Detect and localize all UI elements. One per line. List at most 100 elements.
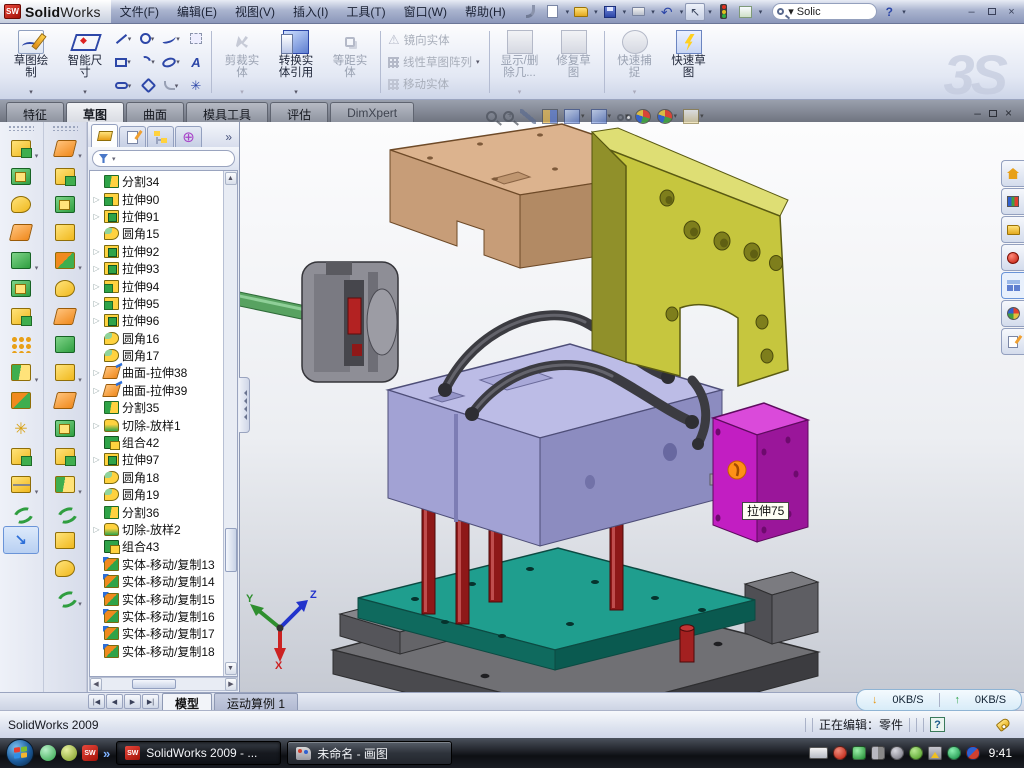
tab-evaluate[interactable]: 评估 <box>270 102 328 122</box>
active-tool-button[interactable] <box>3 526 39 554</box>
tab-mold-tools[interactable]: 模具工具 <box>186 102 268 122</box>
tree-expand-arrow-icon[interactable]: ▷ <box>92 316 101 325</box>
tree-item[interactable]: 组合43 <box>90 538 223 555</box>
tree-item[interactable]: 实体-移动/复制14 <box>90 573 223 590</box>
doc-restore-button[interactable] <box>989 108 997 118</box>
configurationmanager-tab[interactable] <box>147 126 174 147</box>
tab-sketch[interactable]: 草图 <box>66 102 124 122</box>
zoom-area-button[interactable] <box>501 110 516 123</box>
appearances-button[interactable] <box>633 108 653 125</box>
feature-tool-button[interactable] <box>47 554 83 582</box>
tree-expand-arrow-icon[interactable]: ▷ <box>92 455 101 464</box>
doc-close-button[interactable]: × <box>1005 108 1012 118</box>
search-input[interactable]: Solic <box>797 6 821 18</box>
tree-item[interactable]: ▷拉伸96 <box>90 312 223 329</box>
undo-icon[interactable]: ↶ <box>657 3 677 21</box>
feature-tool-button[interactable] <box>47 414 83 442</box>
feature-tool-button[interactable]: ▾ <box>47 134 83 162</box>
feature-tool-button[interactable]: ▾ <box>47 358 83 386</box>
tree-expand-arrow-icon[interactable]: ▷ <box>92 421 101 430</box>
zoom-fit-button[interactable] <box>484 110 499 123</box>
tree-item[interactable]: ▷拉伸90 <box>90 190 223 207</box>
feature-tool-button[interactable] <box>3 414 39 442</box>
feature-tool-button[interactable]: ▾ <box>47 470 83 498</box>
start-button[interactable] <box>6 739 34 767</box>
tree-expand-arrow-icon[interactable]: ▷ <box>92 299 101 308</box>
solidworks-quicklaunch-icon[interactable]: SW <box>82 745 98 761</box>
model-tab[interactable]: 模型 <box>162 693 212 710</box>
tree-item[interactable]: 分割35 <box>90 399 223 416</box>
feature-tool-button[interactable] <box>3 442 39 470</box>
point-tool-icon[interactable]: ✳ <box>184 80 208 91</box>
tree-expand-arrow-icon[interactable]: ▷ <box>92 368 101 377</box>
tree-item[interactable]: 圆角16 <box>90 330 223 347</box>
tree-expand-arrow-icon[interactable]: ▷ <box>92 212 101 221</box>
scroll-thumb[interactable] <box>225 528 237 572</box>
mirror-entities-button[interactable]: ⚠ 镜向实体 <box>384 30 486 49</box>
close-button[interactable]: × <box>1003 4 1020 19</box>
scroll-down-icon[interactable]: ▼ <box>225 662 237 675</box>
security-quicklaunch-icon[interactable] <box>61 745 77 761</box>
tab-scroll-next-icon[interactable]: ▶ <box>124 694 141 709</box>
arc-tool-icon[interactable]: ▾ <box>136 56 160 68</box>
help-icon[interactable]: ? <box>879 3 899 21</box>
menu-view[interactable]: 视图(V) <box>226 1 284 22</box>
taskbar-button-paint[interactable]: 未命名 - 画图 <box>287 741 452 765</box>
search-box[interactable]: ▾ Solic <box>772 3 877 20</box>
tab-scroll-prev-icon[interactable]: ◀ <box>106 694 123 709</box>
feature-tool-button[interactable] <box>47 302 83 330</box>
tree-item[interactable]: 圆角17 <box>90 347 223 364</box>
tree-item[interactable]: ▷拉伸95 <box>90 295 223 312</box>
tree-item[interactable]: 实体-移动/复制16 <box>90 608 223 625</box>
feature-tool-button[interactable] <box>3 218 39 246</box>
view-orientation-button[interactable]: ▾ <box>562 108 587 125</box>
messenger-icon[interactable] <box>966 746 980 760</box>
pin-icon[interactable] <box>521 3 541 21</box>
rectangle-tool-icon[interactable]: ▾ <box>112 58 136 67</box>
model-canvas[interactable] <box>240 122 1024 692</box>
restore-button[interactable] <box>983 4 1000 19</box>
status-help-icon[interactable]: ? <box>930 717 945 732</box>
model-part-clamp-cylinder[interactable] <box>240 262 398 382</box>
tag-icon[interactable] <box>996 717 1012 732</box>
keyboard-icon[interactable] <box>809 747 828 759</box>
new-file-icon[interactable] <box>543 3 563 21</box>
feature-tool-button[interactable] <box>3 330 39 358</box>
print-icon[interactable] <box>628 3 648 21</box>
tree-expand-arrow-icon[interactable]: ▷ <box>92 282 101 291</box>
doc-minimize-button[interactable]: – <box>974 108 981 118</box>
tree-item[interactable]: 分割34 <box>90 173 223 190</box>
tree-expand-arrow-icon[interactable]: ▷ <box>92 195 101 204</box>
tab-surfaces[interactable]: 曲面 <box>126 102 184 122</box>
select-arrow-icon[interactable]: ↖ <box>685 3 705 21</box>
feature-tool-button[interactable] <box>47 274 83 302</box>
tree-item[interactable]: ▷拉伸94 <box>90 277 223 294</box>
menu-file[interactable]: 文件(F) <box>111 1 168 22</box>
quick-snaps-button[interactable]: 快速捕 捉▾ <box>608 27 662 97</box>
feature-tool-button[interactable]: ▾ <box>3 134 39 162</box>
tree-item[interactable]: 分割36 <box>90 503 223 520</box>
options-icon[interactable] <box>736 3 756 21</box>
tree-vertical-scrollbar[interactable]: ▲ ▼ <box>223 171 237 676</box>
taskbar-button-solidworks[interactable]: SW SolidWorks 2009 - ... <box>116 741 281 765</box>
feature-tool-button[interactable]: ▾ <box>3 246 39 274</box>
custom-properties-tab[interactable] <box>1001 328 1024 355</box>
quicklaunch-overflow-chevron[interactable]: » <box>103 746 110 761</box>
tree-item[interactable]: ▷拉伸93 <box>90 260 223 277</box>
spline-tool-icon[interactable]: ▾ <box>160 35 184 43</box>
menu-insert[interactable]: 插入(I) <box>284 1 337 22</box>
feature-tool-button[interactable] <box>47 526 83 554</box>
file-explorer-tab[interactable] <box>1001 216 1024 243</box>
offset-entities-button[interactable]: 等距实 体 <box>323 27 377 97</box>
tree-item[interactable]: 圆角18 <box>90 469 223 486</box>
tab-scroll-last-icon[interactable]: ▶| <box>142 694 159 709</box>
tree-item[interactable]: 组合42 <box>90 434 223 451</box>
feature-tool-button[interactable]: ▾ <box>3 470 39 498</box>
pattern-icon[interactable] <box>871 746 885 760</box>
linear-pattern-button[interactable]: 线性草图阵列▾ <box>384 53 486 72</box>
tree-item[interactable]: 圆角15 <box>90 225 223 242</box>
feature-tool-button[interactable] <box>47 162 83 190</box>
tree-item[interactable]: ▷拉伸91 <box>90 208 223 225</box>
tree-item[interactable]: 实体-移动/复制18 <box>90 643 223 660</box>
polygon-tool-icon[interactable] <box>136 80 160 91</box>
